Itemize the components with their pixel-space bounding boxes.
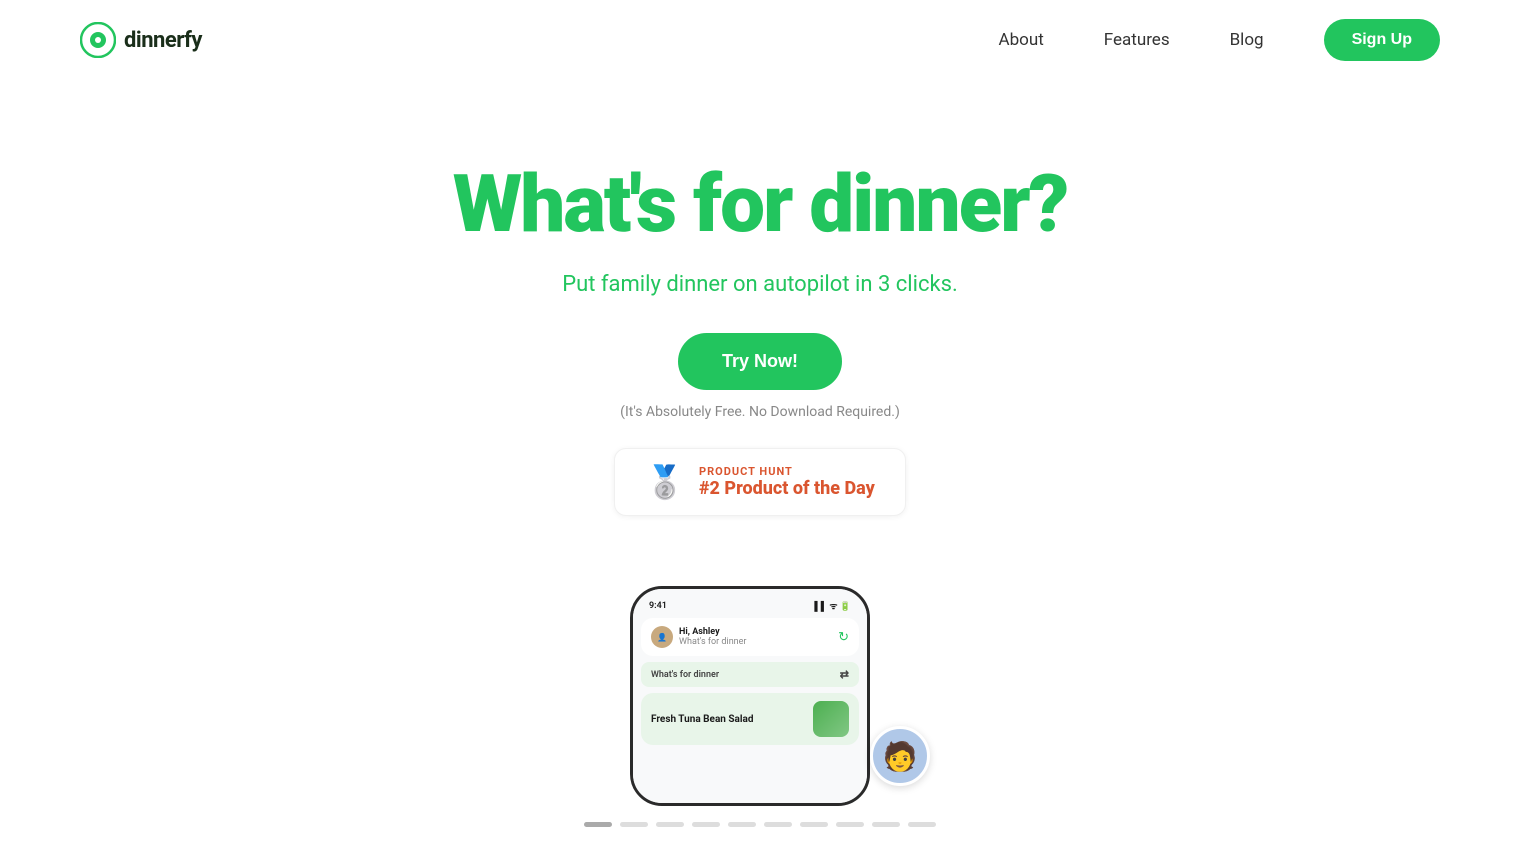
greeting-text-area: Hi, Ashley What's for dinner xyxy=(679,627,746,647)
dot-10[interactable] xyxy=(908,822,936,827)
hero-section: What's for dinner? Put family dinner on … xyxy=(0,80,1520,556)
nav-blog[interactable]: Blog xyxy=(1230,30,1264,50)
meal-title: Fresh Tuna Bean Salad xyxy=(651,714,754,725)
shuffle-icon[interactable]: ⇄ xyxy=(840,668,849,681)
meal-image xyxy=(813,701,849,737)
status-icons: ▌▌ ᯤ 🔋 xyxy=(814,599,851,612)
dot-9[interactable] xyxy=(872,822,900,827)
header: dinnerfy About Features Blog Sign Up xyxy=(0,0,1520,80)
dot-2[interactable] xyxy=(620,822,648,827)
user-avatar: 👤 xyxy=(651,626,673,648)
phone-section: 9:41 ▌▌ ᯤ 🔋 👤 Hi, Ashley What's for dinn… xyxy=(0,576,1520,806)
free-note: (It's Absolutely Free. No Download Requi… xyxy=(620,404,900,420)
phone-meal-card[interactable]: Fresh Tuna Bean Salad xyxy=(641,693,859,745)
ph-rank: #2 Product of the Day xyxy=(699,478,875,499)
dot-3[interactable] xyxy=(656,822,684,827)
nav-features[interactable]: Features xyxy=(1104,30,1170,50)
main-nav: About Features Blog Sign Up xyxy=(999,19,1440,61)
ph-text-area: PRODUCT HUNT #2 Product of the Day xyxy=(699,465,875,499)
slider-dots xyxy=(0,822,1520,827)
hero-title: What's for dinner? xyxy=(453,160,1068,248)
refresh-icon[interactable]: ↻ xyxy=(838,630,849,645)
product-hunt-badge[interactable]: 🥈 PRODUCT HUNT #2 Product of the Day xyxy=(614,448,906,516)
phone-frame: 9:41 ▌▌ ᯤ 🔋 👤 Hi, Ashley What's for dinn… xyxy=(630,586,870,806)
phone-section-header: What's for dinner ⇄ xyxy=(641,662,859,687)
greeting-sub: What's for dinner xyxy=(679,637,746,647)
status-bar: 9:41 ▌▌ ᯤ 🔋 xyxy=(641,597,859,612)
dot-5[interactable] xyxy=(728,822,756,827)
greeting-left: 👤 Hi, Ashley What's for dinner xyxy=(651,626,746,648)
section-title: What's for dinner xyxy=(651,670,719,680)
dot-6[interactable] xyxy=(764,822,792,827)
try-now-button[interactable]: Try Now! xyxy=(678,333,842,390)
avatar-emoji: 🧑 xyxy=(883,740,918,773)
nav-about[interactable]: About xyxy=(999,30,1044,50)
floating-avatar: 🧑 xyxy=(870,726,930,786)
dot-7[interactable] xyxy=(800,822,828,827)
logo[interactable]: dinnerfy xyxy=(80,22,202,58)
phone-screen: 9:41 ▌▌ ᯤ 🔋 👤 Hi, Ashley What's for dinn… xyxy=(633,589,867,803)
signup-button[interactable]: Sign Up xyxy=(1324,19,1440,61)
dot-4[interactable] xyxy=(692,822,720,827)
hero-subtitle: Put family dinner on autopilot in 3 clic… xyxy=(562,272,958,297)
logo-icon xyxy=(80,22,116,58)
logo-text: dinnerfy xyxy=(124,28,202,53)
greeting-name: Hi, Ashley xyxy=(679,627,746,637)
phone-container: 9:41 ▌▌ ᯤ 🔋 👤 Hi, Ashley What's for dinn… xyxy=(630,586,890,806)
ph-label: PRODUCT HUNT xyxy=(699,465,875,478)
dot-8[interactable] xyxy=(836,822,864,827)
status-time: 9:41 xyxy=(649,601,667,611)
medal-icon: 🥈 xyxy=(645,463,685,501)
phone-greeting-card: 👤 Hi, Ashley What's for dinner ↻ xyxy=(641,618,859,656)
dot-1[interactable] xyxy=(584,822,612,827)
